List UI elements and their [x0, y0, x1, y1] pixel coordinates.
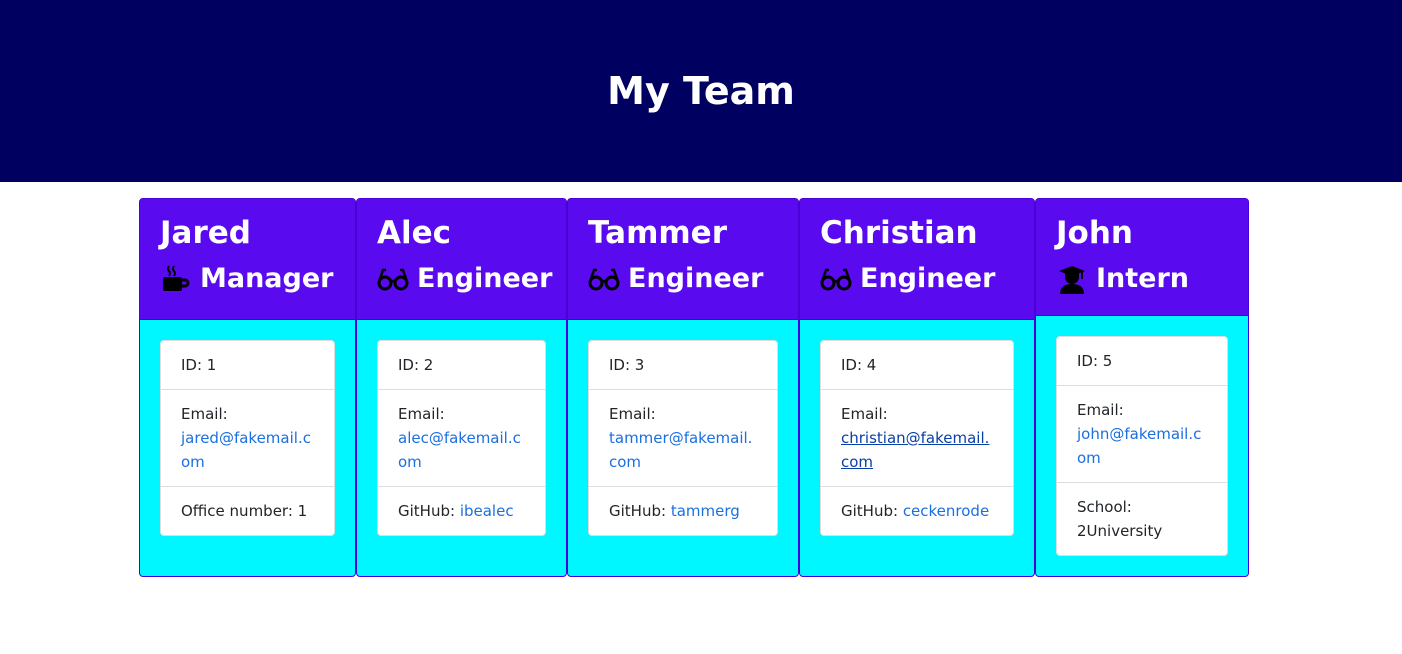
employee-role: Engineer	[377, 259, 552, 299]
email-item: Email: jared@fakemail.com	[161, 389, 334, 486]
details-list: ID: 2 Email: alec@fakemail.com GitHub: i…	[377, 340, 546, 536]
github-link[interactable]: ibealec	[460, 502, 514, 520]
graduate-icon	[1056, 263, 1088, 295]
employee-name: Tammer	[588, 215, 727, 251]
email-item: Email: christian@fakemail.com	[821, 389, 1013, 486]
details-list: ID: 3 Email: tammer@fakemail.com GitHub:…	[588, 340, 778, 536]
page-title: My Team	[607, 69, 795, 113]
role-label: Engineer	[417, 263, 553, 294]
employee-role: Engineer	[820, 259, 1014, 299]
glasses-icon	[377, 263, 409, 295]
card-body: ID: 4 Email: christian@fakemail.com GitH…	[800, 320, 1034, 556]
id-item: ID: 1	[181, 356, 217, 374]
office-number-item: Office number: 1	[161, 486, 334, 535]
id-item: ID: 2	[398, 356, 434, 374]
employee-card-christian: Christian Engineer ID: 4 Email: christia…	[799, 198, 1035, 577]
employee-name: Alec	[377, 215, 452, 251]
github-link[interactable]: ceckenrode	[903, 502, 989, 520]
school-item: School: 2University	[1057, 482, 1227, 555]
employee-card-jared: Jared Manager ID: 1 Email: jared@fakemai…	[139, 198, 356, 577]
email-link[interactable]: christian@fakemail.com	[841, 429, 989, 471]
card-body: ID: 2 Email: alec@fakemail.com GitHub: i…	[357, 320, 566, 556]
card-header: Alec Engineer	[357, 199, 566, 320]
email-item: Email: alec@fakemail.com	[378, 389, 545, 486]
id-item: ID: 3	[609, 356, 645, 374]
card-header: Jared Manager	[140, 199, 355, 320]
employee-role: Manager	[160, 259, 335, 299]
glasses-icon	[820, 263, 852, 295]
team-cards: Jared Manager ID: 1 Email: jared@fakemai…	[139, 198, 1249, 577]
card-header: Tammer Engineer	[568, 199, 798, 320]
card-body: ID: 5 Email: john@fakemail.com School: 2…	[1036, 316, 1248, 576]
employee-name: Jared	[160, 215, 251, 251]
card-body: ID: 3 Email: tammer@fakemail.com GitHub:…	[568, 320, 798, 556]
email-link[interactable]: alec@fakemail.com	[398, 429, 521, 471]
card-header: John Intern	[1036, 199, 1248, 316]
email-item: Email: john@fakemail.com	[1057, 385, 1227, 482]
employee-name: Christian	[820, 215, 978, 251]
email-link[interactable]: tammer@fakemail.com	[609, 429, 752, 471]
email-item: Email: tammer@fakemail.com	[589, 389, 777, 486]
page-header: My Team	[0, 0, 1402, 182]
email-link[interactable]: john@fakemail.com	[1077, 425, 1201, 467]
card-body: ID: 1 Email: jared@fakemail.com Office n…	[140, 320, 355, 556]
github-item: GitHub: ibealec	[378, 486, 545, 535]
coffee-mug-icon	[160, 263, 192, 295]
id-item: ID: 4	[841, 356, 877, 374]
employee-role: Engineer	[588, 259, 778, 299]
role-label: Engineer	[860, 263, 996, 294]
role-label: Manager	[200, 263, 334, 294]
card-header: Christian Engineer	[800, 199, 1034, 320]
employee-card-alec: Alec Engineer ID: 2 Email: alec@fakemail…	[356, 198, 567, 577]
role-label: Engineer	[628, 263, 764, 294]
role-label: Intern	[1096, 263, 1190, 294]
github-label: GitHub:	[609, 502, 671, 520]
github-link[interactable]: tammerg	[671, 502, 740, 520]
github-label: GitHub:	[841, 502, 903, 520]
id-item: ID: 5	[1077, 352, 1113, 370]
email-label: Email:	[398, 405, 445, 423]
employee-role: Intern	[1056, 259, 1228, 299]
github-label: GitHub:	[398, 502, 460, 520]
details-list: ID: 1 Email: jared@fakemail.com Office n…	[160, 340, 335, 536]
employee-name: John	[1056, 215, 1133, 251]
employee-card-tammer: Tammer Engineer ID: 3 Email: tammer@fake…	[567, 198, 799, 577]
employee-card-john: John Intern ID: 5 Email: john@fakemail.c…	[1035, 198, 1249, 577]
email-label: Email:	[841, 405, 888, 423]
github-item: GitHub: tammerg	[589, 486, 777, 535]
glasses-icon	[588, 263, 620, 295]
email-label: Email:	[181, 405, 228, 423]
details-list: ID: 4 Email: christian@fakemail.com GitH…	[820, 340, 1014, 536]
details-list: ID: 5 Email: john@fakemail.com School: 2…	[1056, 336, 1228, 556]
github-item: GitHub: ceckenrode	[821, 486, 1013, 535]
email-label: Email:	[609, 405, 656, 423]
email-label: Email:	[1077, 401, 1124, 419]
email-link[interactable]: jared@fakemail.com	[181, 429, 311, 471]
